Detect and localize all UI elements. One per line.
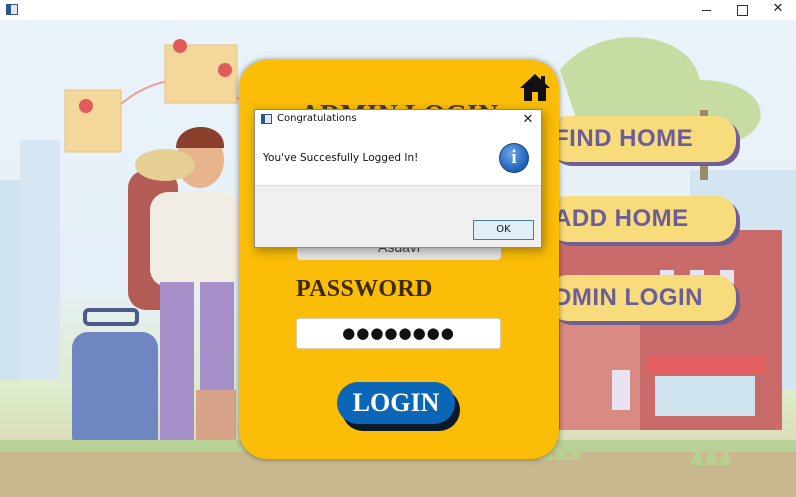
minimize-button[interactable] xyxy=(688,0,724,20)
home-icon[interactable] xyxy=(519,72,551,102)
dialog-app-icon xyxy=(261,114,272,124)
dialog-body: You've Succesfully Logged In! i xyxy=(255,130,541,185)
ok-button[interactable]: OK xyxy=(473,220,534,240)
window-titlebar: ✕ xyxy=(0,0,796,20)
dialog-close-button[interactable]: ✕ xyxy=(515,110,541,130)
login-button[interactable]: LOGIN xyxy=(337,382,455,424)
password-label: PASSWORD xyxy=(296,276,433,302)
maximize-button[interactable] xyxy=(724,0,760,20)
window-close-button[interactable]: ✕ xyxy=(760,0,796,20)
add-home-button[interactable]: ADD HOME xyxy=(548,196,736,242)
app-icon xyxy=(6,4,18,15)
dialog-titlebar: Congratulations ✕ xyxy=(255,110,541,130)
find-home-button[interactable]: FIND HOME xyxy=(548,116,736,162)
dialog-message: You've Succesfully Logged In! xyxy=(263,152,419,164)
congratulations-dialog: Congratulations ✕ You've Succesfully Log… xyxy=(254,109,542,248)
admin-login-button[interactable]: DMIN LOGIN xyxy=(548,275,736,321)
dialog-title: Congratulations xyxy=(277,113,357,124)
password-field[interactable]: ●●●●●●●● xyxy=(296,318,501,349)
info-icon: i xyxy=(499,143,529,173)
dialog-separator xyxy=(255,185,541,186)
